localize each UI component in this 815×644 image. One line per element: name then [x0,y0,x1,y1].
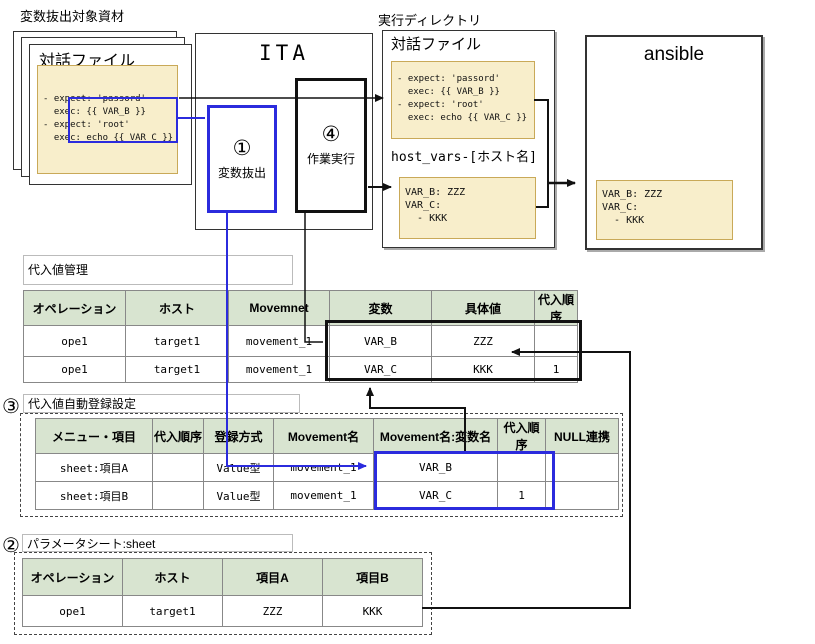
cell: target1 [123,596,223,627]
param-table: オペレーションホスト項目A項目Bope1target1ZZZKKK [22,558,423,627]
extracted-variables-selection-rect [68,97,178,143]
step1-badge: ① [233,138,252,159]
ansible-title: ansible [587,44,761,66]
code-line: VAR_B: ZZZ [602,188,662,201]
cell: sheet:項目A [36,454,153,482]
cell [546,482,619,510]
hostvars-box: VAR_B: ZZZVAR_C: - KKK [399,177,536,239]
step1-label: 変数抜出 [218,164,266,181]
cell: ope1 [24,326,126,357]
cell [546,454,619,482]
exec-directory-box: 対話ファイル - expect: 'passord' exec: {{ VAR_… [382,30,555,248]
column-header-0: オペレーション [24,291,126,326]
column-header-2: 項目A [223,559,323,596]
cell: movement_1 [274,454,374,482]
exec-directory-label: 実行ディレクトリ [378,10,481,29]
exec-dialog-code: - expect: 'passord' exec: {{ VAR_B }}- e… [397,73,527,125]
code-line: exec: echo {{ VAR_C }} [397,112,527,125]
cell: ope1 [24,357,126,383]
step4-job-execute-box: ④ 作業実行 [295,78,367,213]
param-table-label: パラメータシート:sheet [22,534,293,552]
cell: target1 [126,357,229,383]
cell: KKK [323,596,423,627]
diagram-canvas: 変数抜出対象資材 対話ファイル - expect: 'passord' exec… [0,0,815,644]
code-line: VAR_B: ZZZ [405,186,465,199]
cell: sheet:項目B [36,482,153,510]
code-line: exec: {{ VAR_B }} [397,86,527,99]
hostvars-code: VAR_B: ZZZVAR_C: - KKK [405,186,465,225]
table-row: ope1target1ZZZKKK [23,596,423,627]
ansible-vars-code: VAR_B: ZZZVAR_C: - KKK [602,188,662,227]
autoreg-table-label: 代入値自動登録設定 [23,394,300,413]
ansible-vars-box: VAR_B: ZZZVAR_C: - KKK [596,180,733,240]
cell: Value型 [204,454,274,482]
cell: ope1 [23,596,123,627]
step1-variable-extract-box: ① 変数抜出 [207,105,277,213]
ansible-box: ansible VAR_B: ZZZVAR_C: - KKK [585,35,763,250]
code-line: VAR_C: [405,199,465,212]
source-materials-label: 変数抜出対象資材 [20,6,124,25]
code-line: - expect: 'passord' [397,73,527,86]
cell: target1 [126,326,229,357]
column-header-5: 代入順序 [498,419,546,454]
code-line: - KKK [405,212,465,225]
column-header-3: 項目B [323,559,423,596]
column-header-3: Movement名 [274,419,374,454]
column-header-2: 登録方式 [204,419,274,454]
cell: movement_1 [229,357,330,383]
column-header-1: ホスト [126,291,229,326]
code-line: VAR_C: [602,201,662,214]
exec-dialog-file-title: 対話ファイル [391,33,481,54]
cell: movement_1 [274,482,374,510]
step4-label: 作業実行 [307,150,355,167]
autoreg-values-highlight-rect [374,451,555,510]
column-header-6: NULL連携 [546,419,619,454]
column-header-2: Movemnet [229,291,330,326]
ita-title: ITA [196,41,372,65]
column-header-1: 代入順序 [153,419,204,454]
column-header-0: オペレーション [23,559,123,596]
cell: Value型 [204,482,274,510]
cell: movement_1 [229,326,330,357]
cell: ZZZ [223,596,323,627]
step4-badge: ④ [322,124,341,145]
column-header-4: Movement名:変数名 [374,419,498,454]
code-line: - expect: 'root' [397,99,527,112]
cell [153,482,204,510]
column-header-1: ホスト [123,559,223,596]
step3-badge: ③ [2,397,20,417]
exec-dialog-code-box: - expect: 'passord' exec: {{ VAR_B }}- e… [391,61,535,139]
assign-table-label: 代入値管理 [23,255,293,285]
column-header-0: メニュー・項目 [36,419,153,454]
hostvars-title: host_vars-[ホスト名] [391,146,537,165]
assign-values-highlight-rect [325,320,582,381]
cell [153,454,204,482]
code-line: - KKK [602,214,662,227]
